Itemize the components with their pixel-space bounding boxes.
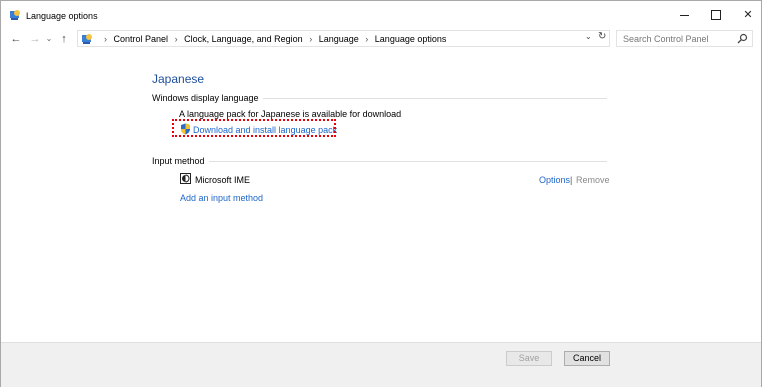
forward-button[interactable]: → — [28, 31, 42, 47]
up-button[interactable]: ↑ — [57, 31, 71, 47]
input-method-section-title: Input method — [152, 156, 209, 166]
language-pack-message: A language pack for Japanese is availabl… — [179, 109, 402, 119]
breadcrumb-separator: › — [104, 34, 107, 44]
breadcrumb-language[interactable]: Language — [319, 34, 359, 44]
search-input[interactable]: Search Control Panel — [616, 30, 753, 47]
shield-icon — [181, 123, 190, 135]
maximize-button[interactable] — [703, 5, 729, 25]
control-panel-icon — [82, 34, 92, 44]
breadcrumb-separator: › — [309, 34, 313, 44]
refresh-icon[interactable]: ↻ — [598, 31, 606, 42]
add-input-method-link[interactable]: Add an input method — [180, 193, 263, 203]
section-divider — [152, 161, 607, 162]
save-button[interactable]: Save — [506, 351, 552, 366]
close-button[interactable]: ✕ — [735, 5, 761, 25]
input-method-name: Microsoft IME — [195, 175, 251, 185]
ime-icon — [180, 173, 191, 184]
breadcrumb-language-options[interactable]: Language options — [375, 34, 447, 44]
search-icon[interactable] — [737, 33, 748, 44]
maximize-icon — [711, 10, 721, 21]
breadcrumb-separator: › — [365, 34, 369, 44]
address-dropdown-icon[interactable]: ⌄ — [585, 32, 592, 41]
address-row: ← → ⌄ ↑ › Control Panel › Clock, Languag… — [1, 28, 761, 50]
download-language-pack-link[interactable]: Download and install language pack — [193, 125, 337, 135]
back-button[interactable]: ← — [9, 31, 23, 47]
ime-remove-link[interactable]: Remove — [576, 175, 610, 185]
breadcrumb-control-panel[interactable]: Control Panel — [114, 34, 169, 44]
language-options-window: Language options ✕ ← → ⌄ ↑ › Control Pan… — [0, 0, 762, 387]
minimize-button[interactable] — [671, 5, 697, 25]
breadcrumb-clock-language-region[interactable]: Clock, Language, and Region — [184, 34, 303, 44]
close-icon: ✕ — [743, 9, 753, 21]
address-bar[interactable]: › Control Panel › Clock, Language, and R… — [77, 30, 610, 47]
control-panel-icon — [10, 10, 20, 20]
footer-bar: Save Cancel — [1, 342, 761, 387]
language-heading: Japanese — [152, 72, 205, 86]
display-language-section-title: Windows display language — [152, 93, 263, 103]
search-placeholder: Search Control Panel — [623, 34, 709, 44]
ime-options-link[interactable]: Options — [539, 175, 570, 185]
title-bar: Language options ✕ — [1, 1, 761, 28]
breadcrumb-separator: › — [174, 34, 178, 44]
recent-locations-button[interactable]: ⌄ — [44, 31, 54, 47]
minimize-icon — [679, 14, 689, 16]
window-title: Language options — [26, 11, 98, 21]
breadcrumb: › Control Panel › Clock, Language, and R… — [100, 34, 446, 44]
link-separator: | — [570, 175, 573, 185]
cancel-button[interactable]: Cancel — [564, 351, 610, 366]
